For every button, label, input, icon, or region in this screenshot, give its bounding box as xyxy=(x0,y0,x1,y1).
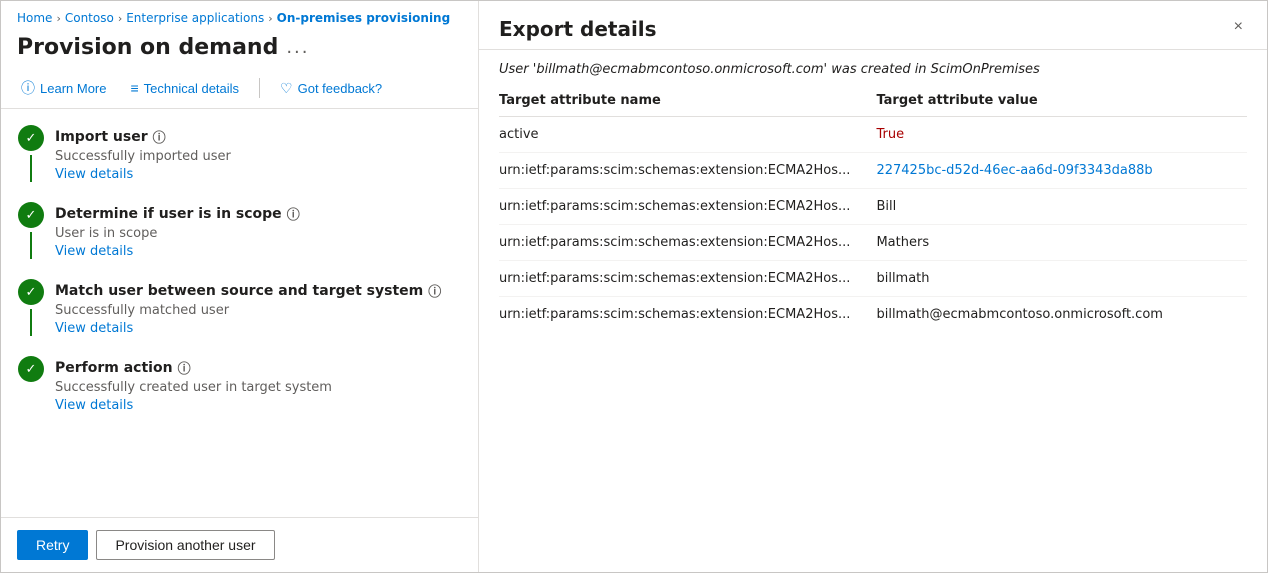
breadcrumb-current: On-premises provisioning xyxy=(277,11,451,25)
step-icon-col-1: ✓ xyxy=(17,125,45,182)
attr-name-cell: urn:ietf:params:scim:schemas:extension:E… xyxy=(499,261,876,297)
step-3-desc: Successfully matched user xyxy=(55,303,462,318)
export-table: Target attribute name Target attribute v… xyxy=(499,85,1247,332)
breadcrumb-sep-1: › xyxy=(56,12,60,25)
info-circle-icon: ⓘ xyxy=(21,78,35,98)
more-options-icon[interactable]: ... xyxy=(286,37,309,58)
breadcrumb-sep-3: › xyxy=(268,12,272,25)
export-title: Export details xyxy=(499,17,657,41)
step-determine-scope: ✓ Determine if user is in scope ⓘ User i… xyxy=(17,202,462,259)
step-4-info-icon[interactable]: ⓘ xyxy=(178,358,191,377)
step-icon-col-3: ✓ xyxy=(17,279,45,336)
learn-more-button[interactable]: ⓘ Learn More xyxy=(17,76,110,100)
step-content-1: Import user ⓘ Successfully imported user… xyxy=(55,125,462,182)
step-2-title: Determine if user is in scope ⓘ xyxy=(55,204,462,223)
table-row: urn:ietf:params:scim:schemas:extension:E… xyxy=(499,297,1247,333)
breadcrumb: Home › Contoso › Enterprise applications… xyxy=(1,1,478,31)
bottom-actions: Retry Provision another user xyxy=(1,517,478,572)
attr-value-cell: True xyxy=(876,117,1247,153)
step-4-desc: Successfully created user in target syst… xyxy=(55,380,462,395)
breadcrumb-enterprise[interactable]: Enterprise applications xyxy=(126,11,264,25)
attr-value-cell: billmath xyxy=(876,261,1247,297)
step-3-info-icon[interactable]: ⓘ xyxy=(428,281,441,300)
technical-details-label: Technical details xyxy=(144,81,239,96)
page-title-row: Provision on demand ... xyxy=(1,31,478,70)
page-title: Provision on demand xyxy=(17,35,278,60)
attr-name-cell: urn:ietf:params:scim:schemas:extension:E… xyxy=(499,189,876,225)
step-content-2: Determine if user is in scope ⓘ User is … xyxy=(55,202,462,259)
got-feedback-button[interactable]: ♡ Got feedback? xyxy=(276,78,386,99)
attr-value-cell: 227425bc-d52d-46ec-aa6d-09f3343da88b xyxy=(876,153,1247,189)
step-line-1 xyxy=(30,155,32,182)
step-check-3: ✓ xyxy=(18,279,44,305)
step-4-title: Perform action ⓘ xyxy=(55,358,462,377)
export-subtitle: User 'billmath@ecmabmcontoso.onmicrosoft… xyxy=(479,50,1267,85)
step-perform-action: ✓ Perform action ⓘ Successfully created … xyxy=(17,356,462,413)
step-icon-col-4: ✓ xyxy=(17,356,45,413)
step-3-title: Match user between source and target sys… xyxy=(55,281,462,300)
attr-name-cell: active xyxy=(499,117,876,153)
step-1-desc: Successfully imported user xyxy=(55,149,462,164)
attr-name-cell: urn:ietf:params:scim:schemas:extension:E… xyxy=(499,225,876,261)
col-header-name: Target attribute name xyxy=(499,85,876,117)
step-check-1: ✓ xyxy=(18,125,44,151)
step-content-4: Perform action ⓘ Successfully created us… xyxy=(55,356,462,413)
col-header-value: Target attribute value xyxy=(876,85,1247,117)
list-icon: ≡ xyxy=(130,80,138,96)
subtitle-user: 'billmath@ecmabmcontoso.onmicrosoft.com' xyxy=(533,62,827,77)
toolbar-divider xyxy=(259,78,260,98)
export-table-container: Target attribute name Target attribute v… xyxy=(479,85,1267,572)
steps-area: ✓ Import user ⓘ Successfully imported us… xyxy=(1,109,478,517)
attr-name-cell: urn:ietf:params:scim:schemas:extension:E… xyxy=(499,153,876,189)
step-line-3 xyxy=(30,309,32,336)
step-4-view-details[interactable]: View details xyxy=(55,398,133,413)
step-2-desc: User is in scope xyxy=(55,226,462,241)
step-match-user: ✓ Match user between source and target s… xyxy=(17,279,462,336)
main-window: Home › Contoso › Enterprise applications… xyxy=(0,0,1268,573)
step-1-title: Import user ⓘ xyxy=(55,127,462,146)
step-3-view-details[interactable]: View details xyxy=(55,321,133,336)
attr-value-cell: billmath@ecmabmcontoso.onmicrosoft.com xyxy=(876,297,1247,333)
step-import-user: ✓ Import user ⓘ Successfully imported us… xyxy=(17,125,462,182)
table-row: activeTrue xyxy=(499,117,1247,153)
step-icon-col-2: ✓ xyxy=(17,202,45,259)
breadcrumb-sep-2: › xyxy=(118,12,122,25)
step-2-info-icon[interactable]: ⓘ xyxy=(287,204,300,223)
step-line-2 xyxy=(30,232,32,259)
right-header: Export details × xyxy=(479,1,1267,50)
attr-value-cell: Bill xyxy=(876,189,1247,225)
step-1-view-details[interactable]: View details xyxy=(55,167,133,182)
table-row: urn:ietf:params:scim:schemas:extension:E… xyxy=(499,225,1247,261)
step-check-2: ✓ xyxy=(18,202,44,228)
step-content-3: Match user between source and target sys… xyxy=(55,279,462,336)
table-header-row: Target attribute name Target attribute v… xyxy=(499,85,1247,117)
step-2-view-details[interactable]: View details xyxy=(55,244,133,259)
main-layout: Home › Contoso › Enterprise applications… xyxy=(1,1,1267,572)
attr-name-cell: urn:ietf:params:scim:schemas:extension:E… xyxy=(499,297,876,333)
provision-another-button[interactable]: Provision another user xyxy=(96,530,274,560)
close-button[interactable]: × xyxy=(1230,17,1247,37)
heart-icon: ♡ xyxy=(280,80,293,97)
got-feedback-label: Got feedback? xyxy=(298,81,383,96)
table-row: urn:ietf:params:scim:schemas:extension:E… xyxy=(499,153,1247,189)
left-panel: Home › Contoso › Enterprise applications… xyxy=(1,1,479,572)
subtitle-prefix: User xyxy=(499,62,533,77)
right-panel: Export details × User 'billmath@ecmabmco… xyxy=(479,1,1267,572)
retry-button[interactable]: Retry xyxy=(17,530,88,560)
learn-more-label: Learn More xyxy=(40,81,106,96)
table-row: urn:ietf:params:scim:schemas:extension:E… xyxy=(499,261,1247,297)
subtitle-suffix: was created in ScimOnPremises xyxy=(827,62,1040,77)
technical-details-button[interactable]: ≡ Technical details xyxy=(126,78,243,98)
breadcrumb-home[interactable]: Home xyxy=(17,11,52,25)
breadcrumb-contoso[interactable]: Contoso xyxy=(65,11,114,25)
attr-value-cell: Mathers xyxy=(876,225,1247,261)
step-1-info-icon[interactable]: ⓘ xyxy=(153,127,166,146)
step-check-4: ✓ xyxy=(18,356,44,382)
table-row: urn:ietf:params:scim:schemas:extension:E… xyxy=(499,189,1247,225)
toolbar: ⓘ Learn More ≡ Technical details ♡ Got f… xyxy=(1,70,478,109)
